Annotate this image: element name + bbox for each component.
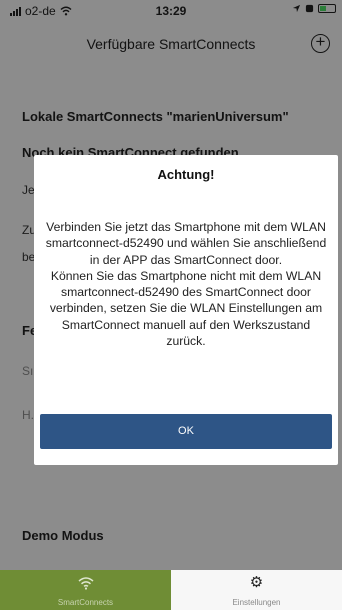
- tab-smartconnects-label: SmartConnects: [57, 598, 114, 607]
- dialog-message-paragraph-1: Verbinden Sie jetzt das Smartphone mit d…: [45, 220, 327, 267]
- tab-settings[interactable]: ⚙ Einstellungen: [171, 570, 342, 610]
- tab-smartconnects[interactable]: SmartConnects: [0, 570, 171, 610]
- wifi-icon: [78, 577, 93, 590]
- gear-icon: ⚙: [249, 574, 264, 591]
- tab-bar: SmartConnects ⚙ Einstellungen: [0, 570, 342, 610]
- dialog-title: Achtung!: [157, 167, 215, 182]
- dialog-message-paragraph-2: Können Sie das Smartphone nicht mit dem …: [49, 268, 323, 349]
- ok-button[interactable]: OK: [40, 414, 332, 449]
- tab-settings-label: Einstellungen: [232, 598, 281, 607]
- dialog-message: Verbinden Sie jetzt das Smartphone mit d…: [44, 219, 328, 349]
- alert-dialog: Achtung! Verbinden Sie jetzt das Smartph…: [34, 155, 338, 465]
